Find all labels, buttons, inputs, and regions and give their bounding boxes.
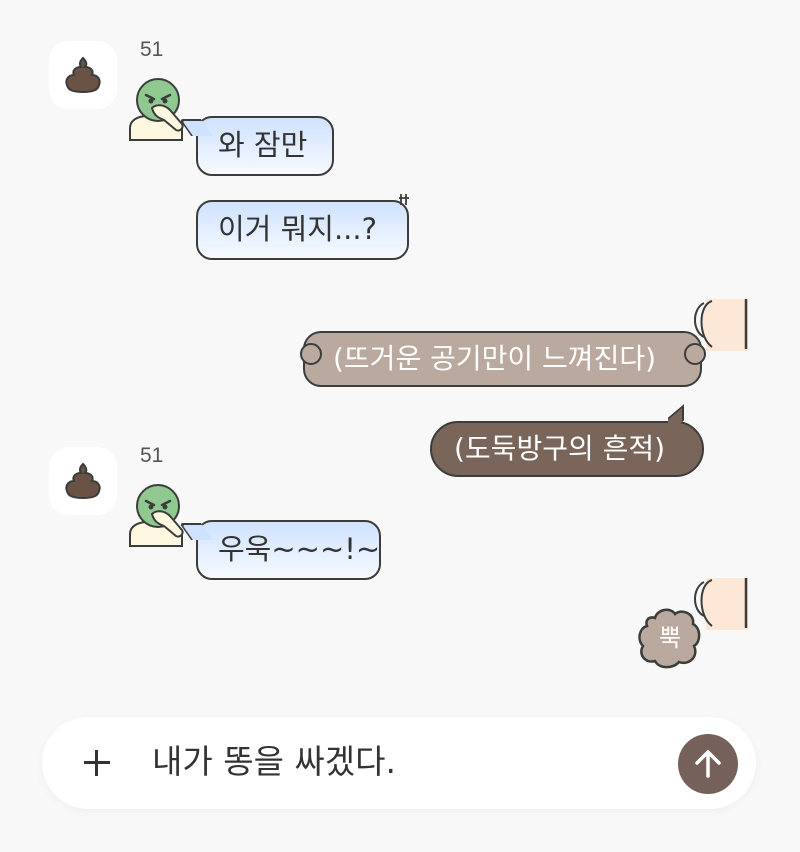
fart-sound-bubble[interactable]: 뿍 bbox=[637, 606, 703, 670]
unread-count: 51 bbox=[140, 38, 164, 61]
message-bubble[interactable]: 우욱~~~!~ bbox=[196, 520, 381, 580]
narration-text: (도둑방구의 흔적) bbox=[454, 432, 666, 465]
sender-avatar[interactable] bbox=[49, 41, 117, 109]
send-button[interactable] bbox=[678, 734, 738, 794]
plus-icon[interactable] bbox=[80, 746, 114, 780]
message-text: 우욱~~~!~ bbox=[218, 532, 381, 566]
thought-text: (뜨거운 공기만이 느껴진다) bbox=[333, 342, 657, 375]
message-text: 이거 뭐지...? bbox=[218, 212, 377, 246]
arrow-up-icon bbox=[695, 750, 721, 778]
sender-avatar[interactable] bbox=[49, 447, 117, 515]
read-tick-icon bbox=[399, 194, 409, 205]
unread-count: 51 bbox=[140, 444, 164, 467]
narration-bubble[interactable]: (도둑방구의 흔적) bbox=[430, 421, 704, 477]
message-bubble[interactable]: 와 잠만 bbox=[196, 116, 334, 176]
poop-icon bbox=[65, 462, 101, 500]
disgusted-face-sticker bbox=[129, 484, 184, 547]
poop-icon bbox=[65, 56, 101, 94]
message-text: 와 잠만 bbox=[218, 128, 308, 162]
fart-sound-text: 뿍 bbox=[658, 624, 682, 652]
thought-bubble-puff bbox=[300, 343, 322, 365]
thought-bubble[interactable]: (뜨거운 공기만이 느껴진다) bbox=[303, 331, 702, 387]
hand-sticker bbox=[694, 299, 748, 351]
message-input[interactable]: 내가 똥을 싸겠다. bbox=[152, 717, 396, 809]
disgusted-face-sticker bbox=[129, 78, 184, 141]
message-input-bar: 내가 똥을 싸겠다. bbox=[42, 717, 756, 809]
message-bubble[interactable]: 이거 뭐지...? bbox=[196, 194, 409, 260]
